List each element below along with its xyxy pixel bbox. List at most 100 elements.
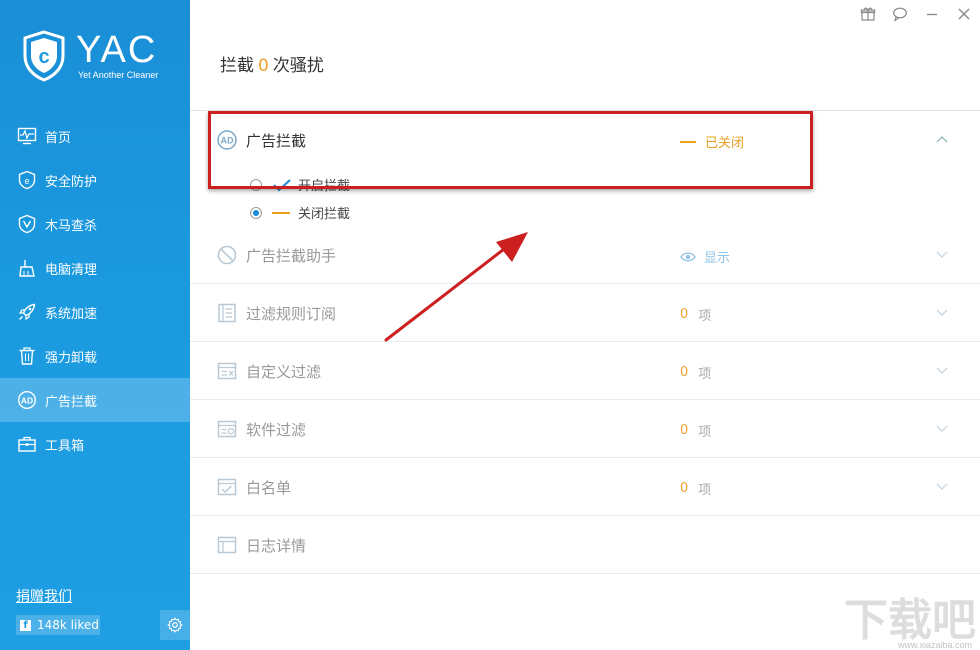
adblock-helper-row[interactable]: 广告拦截助手 显示	[190, 226, 980, 284]
monitor-pulse-icon	[16, 125, 38, 147]
chevron-down-icon[interactable]	[932, 360, 952, 380]
dash-icon	[272, 211, 290, 214]
ad-icon: AD	[217, 130, 237, 150]
gift-button[interactable]	[852, 0, 884, 28]
sidebar-item-label: 工具箱	[45, 438, 85, 454]
chevron-down-icon[interactable]	[932, 418, 952, 438]
status-dash	[680, 140, 696, 143]
custom-filter-icon	[217, 362, 237, 380]
row-unit: 项	[698, 425, 712, 440]
row-count: 0	[680, 307, 689, 322]
gear-icon	[167, 617, 183, 633]
chevron-down-icon[interactable]	[932, 476, 952, 496]
eye-icon	[680, 252, 696, 261]
gift-icon	[860, 7, 876, 21]
custom-filter-row[interactable]: 自定义过滤 0项	[190, 342, 980, 400]
app-logo: c YAC Yet Another Cleaner	[22, 30, 172, 86]
row-unit: 项	[698, 483, 712, 498]
rocket-icon	[16, 301, 38, 323]
sidebar: c YAC Yet Another Cleaner 首页 e 安全防护 木马查杀	[0, 0, 190, 650]
sidebar-item-trojan-scan[interactable]: 木马查杀	[0, 202, 190, 246]
log-icon	[217, 536, 237, 554]
svg-text:c: c	[38, 46, 49, 68]
trash-icon	[16, 345, 38, 367]
sidebar-item-label: 木马查杀	[45, 218, 98, 234]
sidebar-item-label: 电脑清理	[45, 262, 98, 278]
title-prefix: 拦截	[220, 56, 254, 76]
feedback-button[interactable]	[884, 0, 916, 28]
close-button[interactable]	[948, 0, 980, 28]
sidebar-item-adblock[interactable]: AD 广告拦截	[0, 378, 190, 422]
row-count: 0	[680, 365, 689, 380]
enable-block-option[interactable]: 开启拦截	[250, 175, 350, 194]
close-icon	[958, 8, 970, 20]
enable-block-radio[interactable]	[250, 178, 262, 191]
broom-icon	[16, 257, 38, 279]
row-status: 显示	[680, 247, 730, 266]
sidebar-item-toolbox[interactable]: 工具箱	[0, 422, 190, 466]
sidebar-item-security[interactable]: e 安全防护	[0, 158, 190, 202]
facebook-like-button[interactable]: f 148k liked	[16, 615, 100, 635]
row-status: 0项	[680, 479, 711, 498]
disable-block-radio[interactable]	[250, 206, 262, 219]
watermark: 下载吧	[844, 595, 976, 646]
row-label: 日志详情	[246, 537, 307, 555]
adblock-row[interactable]: AD 广告拦截 已关闭	[190, 111, 980, 169]
shield-v-icon	[16, 213, 38, 235]
sidebar-item-uninstall[interactable]: 强力卸载	[0, 334, 190, 378]
sidebar-item-label: 首页	[45, 130, 72, 146]
chevron-down-icon[interactable]	[932, 244, 952, 264]
chat-bubble-icon	[893, 7, 907, 22]
main-panel: 拦截 0 次骚扰 AD 广告拦截 已关闭 开启拦截 关闭拦截 广告拦截助手 显示 过…	[190, 0, 980, 650]
logo-text: YAC	[76, 29, 158, 71]
disable-block-option[interactable]: 关闭拦截	[250, 203, 350, 222]
sidebar-item-speedup[interactable]: 系统加速	[0, 290, 190, 334]
row-status: 0项	[680, 305, 711, 324]
window-controls	[852, 0, 980, 28]
whitelist-row[interactable]: 白名单 0项	[190, 458, 980, 516]
filter-list-icon	[218, 303, 236, 323]
row-label: 广告拦截助手	[246, 247, 337, 265]
sidebar-item-label: 强力卸载	[45, 350, 98, 366]
sidebar-nav: 首页 e 安全防护 木马查杀 电脑清理 系统加速 强力卸载 AD 广告拦截 工具…	[0, 114, 190, 466]
filter-subscription-row[interactable]: 过滤规则订阅 0项	[190, 284, 980, 342]
row-label: 过滤规则订阅	[246, 305, 337, 323]
title-suffix: 次骚扰	[272, 56, 324, 76]
adblock-status-text: 已关闭	[705, 136, 745, 151]
row-unit: 项	[698, 367, 712, 382]
page-title: 拦截 0 次骚扰	[220, 51, 324, 76]
software-filter-icon	[217, 420, 237, 438]
chevron-down-icon[interactable]	[932, 302, 952, 322]
no-entry-icon	[217, 245, 237, 265]
log-details-row[interactable]: 日志详情	[190, 516, 980, 574]
adblock-status: 已关闭	[680, 132, 744, 151]
settings-button[interactable]	[160, 610, 190, 640]
row-status: 0项	[680, 421, 711, 440]
sidebar-item-home[interactable]: 首页	[0, 114, 190, 158]
software-filter-row[interactable]: 软件过滤 0项	[190, 400, 980, 458]
row-status: 0项	[680, 363, 711, 382]
sidebar-item-label: 广告拦截	[45, 394, 98, 410]
blocked-count: 0	[258, 56, 269, 76]
svg-text:AD: AD	[221, 136, 234, 146]
toolbox-icon	[16, 433, 38, 455]
sidebar-item-label: 安全防护	[45, 174, 98, 190]
adblock-label: 广告拦截	[246, 132, 307, 150]
row-label: 自定义过滤	[246, 363, 322, 381]
row-unit: 项	[698, 309, 712, 324]
disable-block-label: 关闭拦截	[298, 207, 351, 222]
row-count: 0	[680, 481, 689, 496]
donate-link[interactable]: 捐赠我们	[16, 586, 72, 606]
logo-subtitle: Yet Another Cleaner	[78, 70, 159, 80]
yac-shield-icon: c	[23, 30, 65, 82]
enable-block-label: 开启拦截	[298, 179, 351, 194]
svg-text:e: e	[24, 176, 29, 186]
row-count: 0	[680, 423, 689, 438]
facebook-icon: f	[20, 619, 31, 631]
watermark-url: www.xiazaiba.com	[897, 640, 972, 650]
minimize-button[interactable]	[916, 0, 948, 28]
chevron-up-icon[interactable]	[932, 129, 952, 149]
row-label: 软件过滤	[246, 421, 307, 439]
row-label: 白名单	[246, 479, 292, 497]
sidebar-item-cleanup[interactable]: 电脑清理	[0, 246, 190, 290]
